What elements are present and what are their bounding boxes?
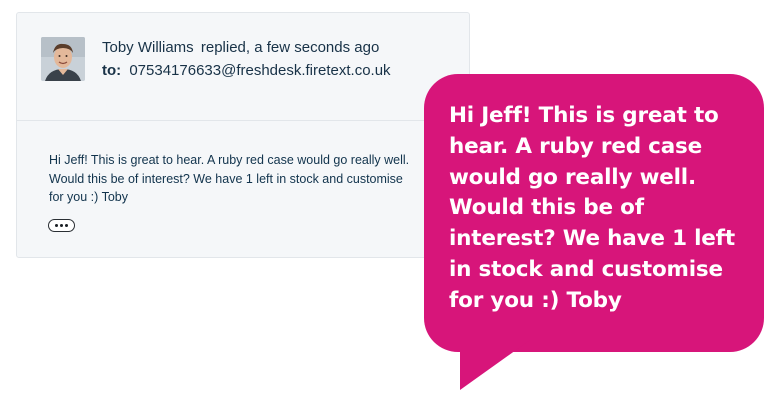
speech-bubble-tail	[460, 340, 530, 390]
ellipsis-icon	[55, 224, 58, 227]
to-label: to:	[102, 62, 122, 79]
sender-line: Toby Williams replied, a few seconds ago	[102, 39, 379, 56]
sender-name[interactable]: Toby Williams	[102, 39, 194, 56]
ticket-reply-card: Toby Williams replied, a few seconds ago…	[16, 12, 470, 258]
avatar	[41, 37, 85, 81]
speech-bubble-text: Hi Jeff! This is great to hear. A ruby r…	[449, 103, 735, 313]
reply-header: Toby Williams replied, a few seconds ago…	[17, 13, 469, 121]
reply-timestamp: replied, a few seconds ago	[200, 39, 380, 56]
ellipsis-icon	[65, 224, 68, 227]
recipient-address: 07534176633@freshdesk.firetext.co.uk	[129, 62, 391, 79]
ellipsis-icon	[60, 224, 63, 227]
message-body: Hi Jeff! This is great to hear. A ruby r…	[49, 153, 410, 204]
show-more-button[interactable]	[48, 219, 75, 232]
avatar-icon	[41, 37, 85, 81]
recipient-line: to: 07534176633@freshdesk.firetext.co.uk	[102, 62, 391, 79]
